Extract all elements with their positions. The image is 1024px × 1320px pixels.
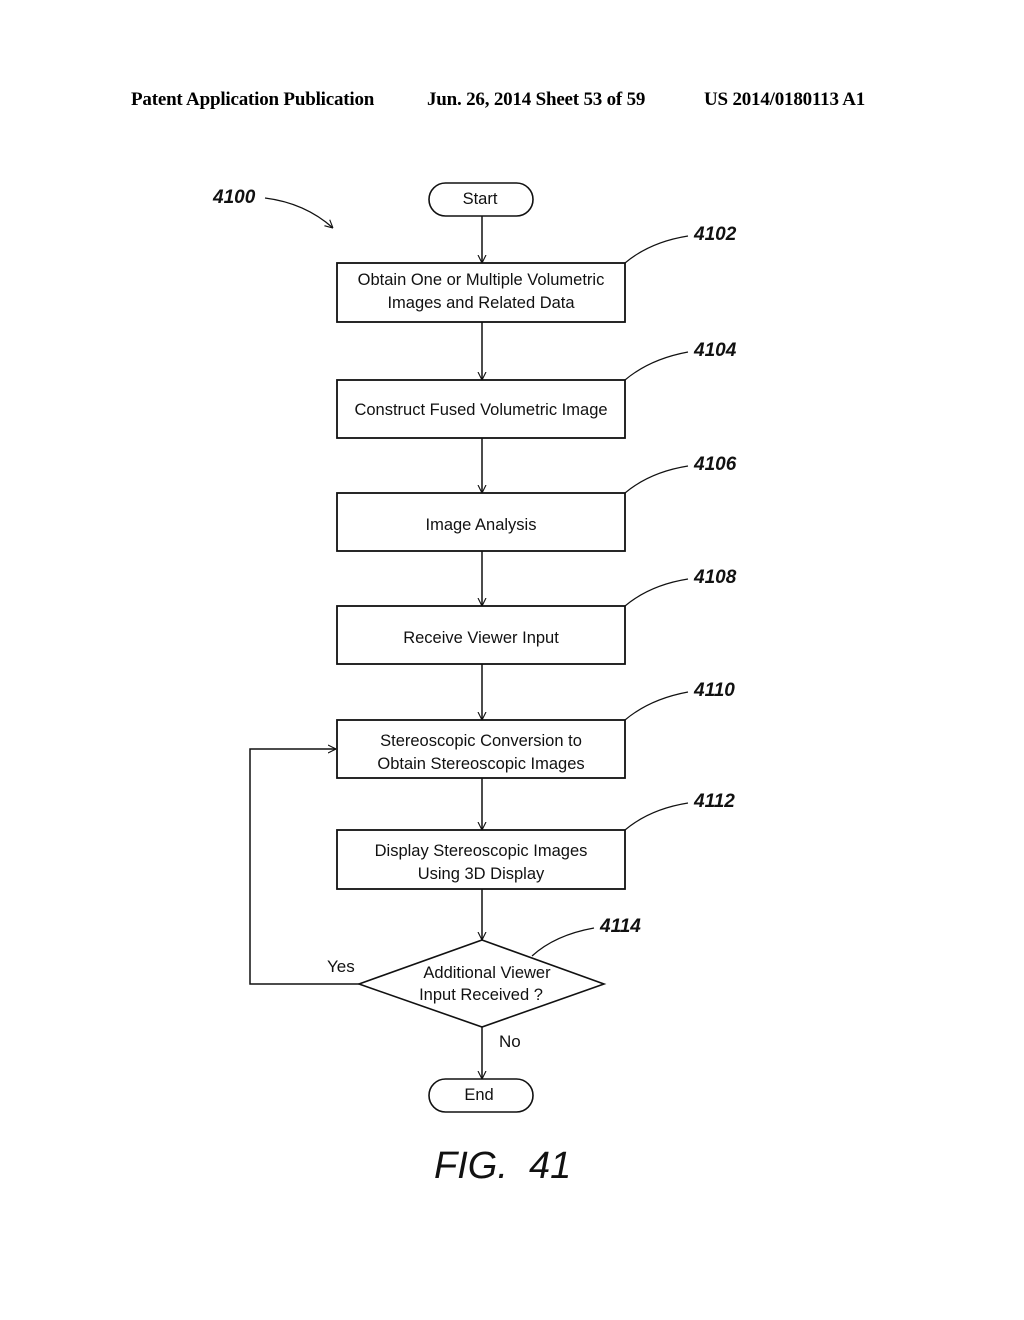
- step-4106-line1: Image Analysis: [426, 516, 537, 534]
- step-4108-line1: Receive Viewer Input: [403, 629, 559, 647]
- no-label: No: [499, 1032, 521, 1051]
- step-4112: Display Stereoscopic Images Using 3D Dis…: [336, 791, 735, 890]
- start-label: Start: [463, 190, 498, 208]
- ref-4112: 4112: [693, 791, 735, 812]
- step-4112-line1: Display Stereoscopic Images: [375, 842, 588, 860]
- step-4110: Stereoscopic Conversion to Obtain Stereo…: [336, 680, 735, 779]
- step-4104-line1: Construct Fused Volumetric Image: [354, 401, 607, 419]
- ref-4106-leader: [624, 465, 689, 494]
- step-4104: Construct Fused Volumetric Image 4104: [336, 340, 737, 439]
- ref-4114: 4114: [599, 916, 641, 937]
- ref-4100-arrow: [264, 197, 333, 228]
- step-4112-line2: Using 3D Display: [418, 865, 545, 883]
- start-terminal: Start: [428, 182, 534, 217]
- decision-line1: Additional Viewer: [423, 964, 551, 982]
- yes-label: Yes: [327, 957, 355, 976]
- figure-label: FIG. 41: [434, 1145, 571, 1187]
- step-4102-line2: Images and Related Data: [387, 294, 575, 312]
- step-4102-line1: Obtain One or Multiple Volumetric: [358, 271, 605, 289]
- ref-4102-leader: [624, 235, 689, 264]
- decision-line2: Input Received ?: [419, 986, 543, 1004]
- ref-4100: 4100: [212, 187, 256, 208]
- ref-4104-leader: [624, 351, 689, 381]
- step-4110-line2: Obtain Stereoscopic Images: [377, 755, 584, 773]
- step-4106: Image Analysis 4106: [336, 454, 737, 552]
- end-label: End: [464, 1086, 493, 1104]
- ref-4102: 4102: [693, 224, 737, 245]
- ref-4112-leader: [624, 802, 689, 831]
- ref-4110-leader: [624, 691, 689, 721]
- ref-4110: 4110: [693, 680, 735, 701]
- step-4110-line1: Stereoscopic Conversion to: [380, 732, 582, 750]
- ref-4108-leader: [624, 578, 689, 607]
- ref-4114-leader: [531, 927, 595, 957]
- ref-4106: 4106: [693, 454, 737, 475]
- decision-4114: Additional Viewer Input Received ? 4114 …: [327, 916, 641, 1051]
- ref-4108: 4108: [693, 567, 737, 588]
- flowchart: 4100 Start Obtain One or Multiple Volume…: [212, 182, 737, 1187]
- step-4102: Obtain One or Multiple Volumetric Images…: [336, 224, 737, 323]
- ref-4104: 4104: [693, 340, 737, 361]
- step-4108: Receive Viewer Input 4108: [336, 567, 737, 665]
- end-terminal: End: [428, 1078, 534, 1113]
